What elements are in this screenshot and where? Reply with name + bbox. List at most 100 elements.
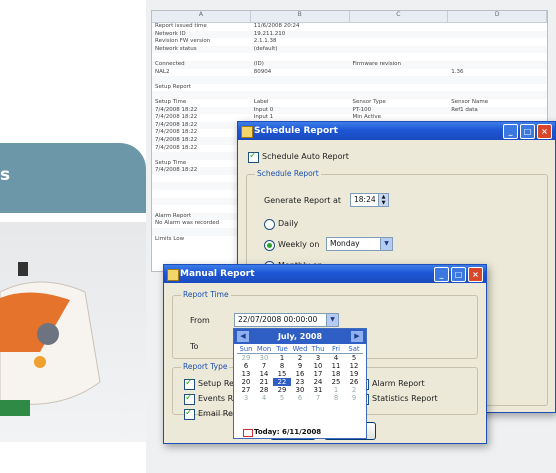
spreadsheet-cell <box>152 190 251 198</box>
calendar-day[interactable]: 2 <box>345 386 363 394</box>
spreadsheet-cell: 7/4/2008 18:22 <box>155 167 198 174</box>
calendar-day[interactable]: 19 <box>345 370 363 378</box>
calendar-day[interactable]: 28 <box>255 386 273 394</box>
spreadsheet-cell <box>448 23 547 31</box>
calendar-day[interactable]: 10 <box>309 362 327 370</box>
app-icon <box>241 126 253 138</box>
calendar-day[interactable]: 23 <box>291 378 309 386</box>
promo-band-text: s <box>0 165 11 185</box>
calendar-day[interactable]: 7 <box>309 394 327 402</box>
calendar-day[interactable]: 27 <box>237 386 255 394</box>
spreadsheet-row <box>152 91 547 99</box>
spreadsheet-cell: 7/4/2008 18:22 <box>155 106 198 113</box>
weekly-radio[interactable] <box>264 240 275 251</box>
events-report-checkbox[interactable] <box>184 393 195 405</box>
calendar-day[interactable]: 2 <box>291 354 309 362</box>
spreadsheet-cell: Ref1 data <box>451 106 478 113</box>
calendar-day[interactable]: 5 <box>273 394 291 402</box>
calendar-day[interactable]: 8 <box>327 394 345 402</box>
weekday-select[interactable]: Monday ▼ <box>326 237 393 251</box>
report-time-group-label: Report Time <box>181 290 231 299</box>
spreadsheet-cell: Setup Report <box>155 83 191 90</box>
calendar-day[interactable]: 24 <box>309 378 327 386</box>
calendar-day[interactable]: 6 <box>237 362 255 370</box>
calendar-day[interactable]: 11 <box>327 362 345 370</box>
calendar-day[interactable]: 18 <box>327 370 345 378</box>
calendar-day[interactable]: 25 <box>327 378 345 386</box>
spreadsheet-cell: Network status <box>155 45 197 52</box>
spreadsheet-cell: Revision FW version <box>155 38 211 45</box>
calendar-day[interactable]: 21 <box>255 378 273 386</box>
weekday-header: Fri <box>327 345 345 354</box>
maximize-button[interactable]: □ <box>520 124 535 139</box>
calendar-day[interactable]: 8 <box>273 362 291 370</box>
next-month-arrow-icon[interactable]: ▶ <box>351 331 363 342</box>
calendar-today-link[interactable]: Today: 6/11/2008 <box>242 428 321 437</box>
calendar-day[interactable]: 14 <box>255 370 273 378</box>
prev-month-arrow-icon[interactable]: ◀ <box>237 331 249 342</box>
calendar-day[interactable]: 9 <box>291 362 309 370</box>
calendar-day[interactable]: 20 <box>237 378 255 386</box>
calendar-day[interactable]: 1 <box>273 354 291 362</box>
spreadsheet-row: Revision FW version 2.1.1.38 <box>152 38 547 46</box>
close-button[interactable]: × <box>468 267 483 282</box>
calendar-day[interactable]: 1 <box>327 386 345 394</box>
chevron-down-icon[interactable]: ▼ <box>326 314 338 326</box>
spreadsheet-cell: Report issued time <box>155 23 207 29</box>
promo-band: s <box>0 143 146 213</box>
calendar-day[interactable]: 30 <box>255 354 273 362</box>
calendar-day[interactable]: 3 <box>237 394 255 402</box>
setup-report-checkbox[interactable] <box>184 378 195 390</box>
calendar-day[interactable]: 30 <box>291 386 309 394</box>
calendar-day[interactable]: 6 <box>291 394 309 402</box>
spreadsheet-cell <box>350 76 449 84</box>
schedule-report-title: Schedule Report <box>254 126 338 136</box>
spreadsheet-cell <box>251 84 350 92</box>
time-spinner-icon[interactable]: ▲ ▼ <box>378 194 388 206</box>
spreadsheet-cell <box>251 53 350 61</box>
calendar-day[interactable]: 22 <box>273 378 291 386</box>
calendar-day[interactable]: 29 <box>237 354 255 362</box>
minimize-button[interactable]: _ <box>434 267 449 282</box>
calendar-day[interactable]: 17 <box>309 370 327 378</box>
from-date-field[interactable]: 22/07/2008 00:00:00 ▼ <box>234 313 339 327</box>
spreadsheet-row: Connected (ID) Firmware revision <box>152 60 547 69</box>
weekday-header: Wed <box>291 345 309 354</box>
email-report-checkbox[interactable] <box>184 408 195 420</box>
calendar-day[interactable]: 4 <box>255 394 273 402</box>
calendar-day[interactable]: 16 <box>291 370 309 378</box>
calendar-day[interactable]: 29 <box>273 386 291 394</box>
date-picker-calendar: ◀ July, 2008 ▶ Sun Mon Tue Wed Thu Fri Sat 29 30… <box>233 328 367 439</box>
weekday-header: Sun <box>237 345 255 354</box>
calendar-day[interactable]: 26 <box>345 378 363 386</box>
chevron-down-icon[interactable]: ▼ <box>380 238 392 250</box>
calendar-day[interactable]: 12 <box>345 362 363 370</box>
daily-radio[interactable] <box>264 219 275 230</box>
weekly-label: Weekly on <box>278 240 320 249</box>
maximize-button[interactable]: □ <box>451 267 466 282</box>
calendar-day[interactable]: 15 <box>273 370 291 378</box>
spreadsheet-cell: Network ID <box>155 30 186 37</box>
spreadsheet-cell <box>448 61 547 69</box>
calendar-day[interactable]: 31 <box>309 386 327 394</box>
spreadsheet-cell: No Alarm was recorded <box>155 220 220 227</box>
spreadsheet-cell <box>448 91 547 99</box>
calendar-day[interactable]: 5 <box>345 354 363 362</box>
spreadsheet-cell: Label <box>253 98 269 105</box>
spreadsheet-cell: 7/4/2008 18:22 <box>155 129 198 136</box>
spreadsheet-row <box>152 76 547 84</box>
spreadsheet-cell <box>152 198 251 206</box>
weekday-header: Tue <box>273 345 291 354</box>
spreadsheet-row: Network status (default) <box>152 45 547 54</box>
spreadsheet-cell: (default) <box>253 45 278 52</box>
calendar-day[interactable]: 4 <box>327 354 345 362</box>
schedule-auto-report-checkbox[interactable] <box>248 151 259 163</box>
report-time-field[interactable]: 18:24 ▲ ▼ <box>350 193 389 207</box>
minimize-button[interactable]: _ <box>503 124 518 139</box>
calendar-day[interactable]: 13 <box>237 370 255 378</box>
close-button[interactable]: × <box>537 124 552 139</box>
calendar-day[interactable]: 3 <box>309 354 327 362</box>
calendar-day[interactable]: 7 <box>255 362 273 370</box>
spreadsheet-cell <box>448 38 547 46</box>
calendar-day[interactable]: 9 <box>345 394 363 402</box>
